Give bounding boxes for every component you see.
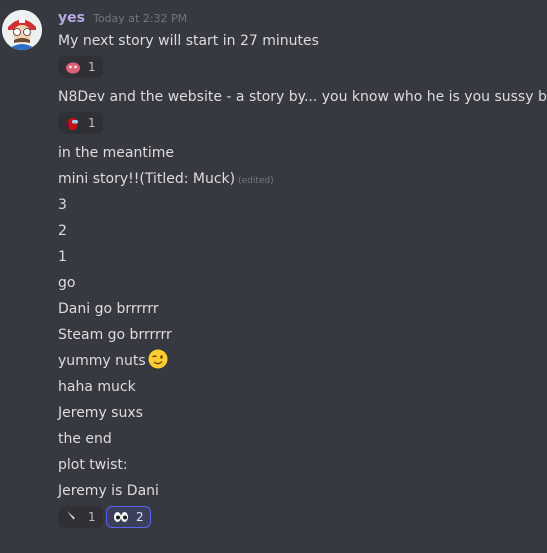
message-header: yes Today at 2:32 PM bbox=[58, 10, 187, 30]
message-line: 3 bbox=[58, 197, 67, 213]
message-text: mini story!!(Titled: Muck) bbox=[58, 171, 236, 187]
message-line: haha muck bbox=[58, 379, 136, 395]
message-line: 2 bbox=[58, 223, 67, 239]
message-line: Steam go brrrrrr bbox=[58, 327, 172, 343]
message-line: plot twist: bbox=[58, 457, 128, 473]
message-line: the end bbox=[58, 431, 112, 447]
edited-label: (edited) bbox=[238, 176, 274, 186]
reaction-pill[interactable]: 1 bbox=[58, 112, 103, 134]
message-text: yummy nuts bbox=[58, 353, 146, 369]
message-line: Jeremy suxs bbox=[58, 405, 143, 421]
username[interactable]: yes bbox=[58, 10, 85, 26]
user-avatar[interactable] bbox=[2, 10, 42, 50]
message-line: in the meantime bbox=[58, 145, 174, 161]
message-line: Jeremy is Dani bbox=[58, 483, 159, 499]
message-line: 1 bbox=[58, 249, 67, 265]
message-line: go bbox=[58, 275, 76, 291]
message-line: N8Dev and the website - a story by... yo… bbox=[58, 89, 547, 105]
reaction-pill[interactable]: 1 bbox=[58, 56, 103, 78]
knife-emoji-icon bbox=[65, 509, 81, 525]
winking-face-emoji-icon[interactable] bbox=[148, 349, 168, 369]
pink-blob-emoji-icon bbox=[65, 59, 81, 75]
message-line: mini story!!(Titled: Muck) (edited) bbox=[58, 169, 274, 191]
red-crewmate-emoji-icon bbox=[65, 115, 81, 131]
reaction-count: 2 bbox=[136, 510, 144, 524]
message-line: My next story will start in 27 minutes bbox=[58, 33, 319, 49]
reaction-count: 1 bbox=[88, 510, 96, 524]
message-line: Dani go brrrrrr bbox=[58, 301, 159, 317]
eyes-emoji-icon bbox=[113, 509, 129, 525]
reaction-pill-active[interactable]: 2 bbox=[106, 506, 151, 528]
message-line: yummy nuts bbox=[58, 349, 168, 371]
reaction-count: 1 bbox=[88, 116, 96, 130]
reaction-pill[interactable]: 1 bbox=[58, 506, 103, 528]
message-timestamp[interactable]: Today at 2:32 PM bbox=[93, 12, 187, 25]
reaction-count: 1 bbox=[88, 60, 96, 74]
